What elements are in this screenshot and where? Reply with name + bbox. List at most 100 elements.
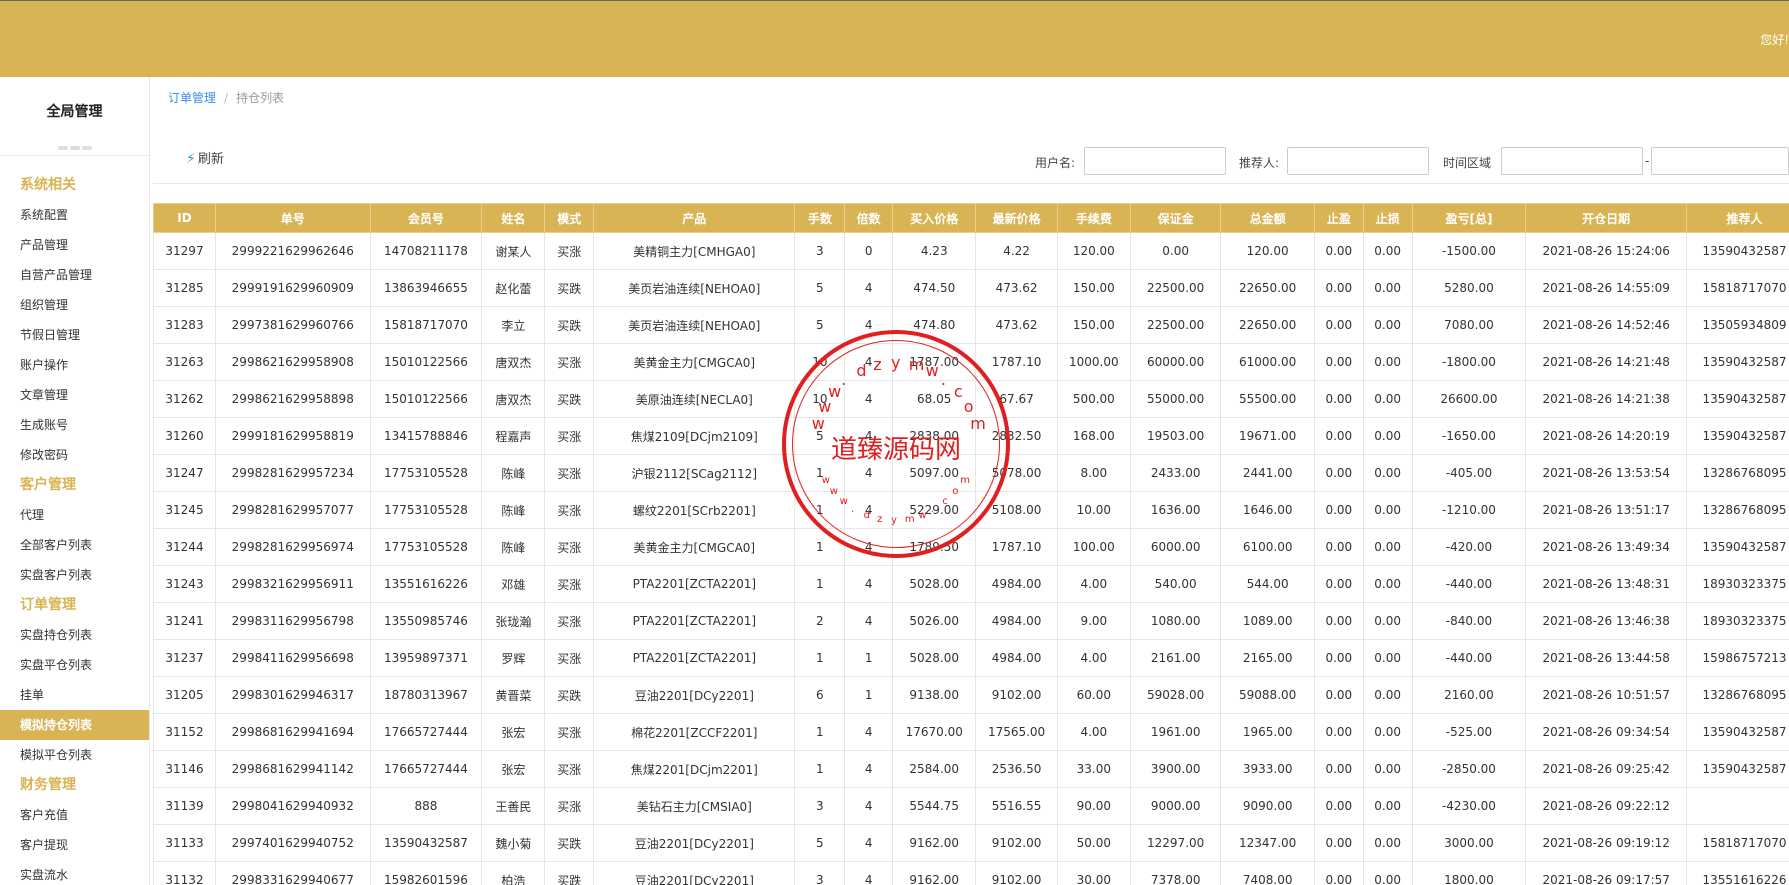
table-row[interactable]: 31132 2998331629940677 15982601596 柏浩 买跌 豆油22…	[153, 861, 1789, 885]
table-row[interactable]: 31260 2999181629958819 13415788846 程嘉声 买涨 焦煤2…	[153, 417, 1789, 455]
table-cell: 0.00	[1362, 417, 1413, 455]
table-cell: 4.23	[892, 232, 977, 270]
column-header[interactable]: 盈亏[总]	[1411, 203, 1527, 233]
column-header[interactable]: 手数	[794, 203, 846, 233]
table-cell: 4	[844, 417, 894, 455]
table-cell: 10	[794, 380, 846, 418]
table-row[interactable]: 31245 2998281629957077 17753105528 陈峰 买涨 螺纹22…	[153, 491, 1789, 529]
username-input[interactable]	[1084, 147, 1226, 175]
sidebar-item[interactable]: 文章管理	[0, 380, 149, 410]
table-cell: 1080.00	[1129, 602, 1222, 640]
table-row[interactable]: 31152 2998681629941694 17665727444 张宏 买涨 棉花22…	[153, 713, 1789, 751]
table-cell: 2998311629956798	[215, 602, 371, 640]
column-header[interactable]: 买入价格	[892, 203, 977, 233]
sidebar-item[interactable]: 实盘流水	[0, 860, 149, 885]
user-greeting[interactable]: 您好!	[1760, 31, 1789, 48]
sidebar-item[interactable]: 模拟持仓列表	[0, 710, 149, 740]
column-header[interactable]: 倍数	[844, 203, 894, 233]
sidebar-item[interactable]: 节假日管理	[0, 320, 149, 350]
time-end-input[interactable]	[1651, 147, 1789, 175]
table-cell: 31133	[153, 824, 216, 862]
table-row[interactable]: 31205 2998301629946317 18780313967 黄晋菜 买跌 豆油2…	[153, 676, 1789, 714]
table-cell: 1965.00	[1220, 713, 1315, 751]
column-header[interactable]: 最新价格	[975, 203, 1058, 233]
table-row[interactable]: 31241 2998311629956798 13550985746 张珑瀚 买涨 PTA…	[153, 602, 1789, 640]
table-cell: 4.00	[1056, 713, 1131, 751]
table-cell: 黄晋菜	[481, 676, 546, 714]
breadcrumb-parent[interactable]: 订单管理	[168, 91, 216, 105]
column-header[interactable]: ID	[153, 203, 216, 233]
table-row[interactable]: 31247 2998281629957234 17753105528 陈峰 买涨 沪银21…	[153, 454, 1789, 492]
table-cell: 2998281629957234	[215, 454, 371, 492]
time-range-dash: -	[1645, 154, 1650, 168]
table-row[interactable]: 31133 2997401629940752 13590432587 魏小菊 买跌 豆油2…	[153, 824, 1789, 862]
sidebar-item[interactable]: 实盘平仓列表	[0, 650, 149, 680]
column-header[interactable]: 止盈	[1313, 203, 1364, 233]
table-row[interactable]: 31139 2998041629940932 888 王善民 买涨 美钻石主力[CMSIA…	[153, 787, 1789, 825]
table-cell: 2536.50	[975, 750, 1058, 788]
table-cell: 500.00	[1056, 380, 1131, 418]
table-cell: 5108.00	[975, 491, 1058, 529]
table-cell: 12297.00	[1129, 824, 1222, 862]
sidebar-item[interactable]: 代理	[0, 500, 149, 530]
table-cell: 4	[844, 787, 894, 825]
sidebar-collapse-handle[interactable]	[0, 139, 149, 169]
column-header[interactable]: 会员号	[369, 203, 483, 233]
sidebar-item[interactable]: 自营产品管理	[0, 260, 149, 290]
sidebar-item[interactable]: 修改密码	[0, 440, 149, 470]
table-cell: 焦煤2109[DCjm2109]	[593, 417, 796, 455]
sidebar-item[interactable]: 实盘客户列表	[0, 560, 149, 590]
table-row[interactable]: 31263 2998621629958908 15010122566 唐双杰 买涨 美黄金…	[153, 343, 1789, 381]
table-cell: -405.00	[1411, 454, 1527, 492]
table-cell: 2021-08-26 10:51:57	[1525, 676, 1687, 714]
sidebar-section[interactable]: 订单管理	[0, 590, 149, 620]
column-header[interactable]: 推荐人	[1686, 203, 1789, 233]
column-header[interactable]: 总金额	[1220, 203, 1315, 233]
table-row[interactable]: 31243 2998321629956911 13551616226 邓雄 买涨 PTA2…	[153, 565, 1789, 603]
table-row[interactable]: 31146 2998681629941142 17665727444 张宏 买涨 焦煤22…	[153, 750, 1789, 788]
table-cell: 17665727444	[369, 713, 483, 751]
table-cell: 4	[844, 528, 894, 566]
sidebar-item[interactable]: 产品管理	[0, 230, 149, 260]
table-row[interactable]: 31262 2998621629958898 15010122566 唐双杰 买跌 美原油…	[153, 380, 1789, 418]
column-header[interactable]: 姓名	[481, 203, 546, 233]
table-cell: 0.00	[1362, 824, 1413, 862]
column-header[interactable]: 手续费	[1056, 203, 1131, 233]
table-cell: 2998681629941694	[215, 713, 371, 751]
column-header[interactable]: 模式	[544, 203, 595, 233]
table-cell: -1650.00	[1411, 417, 1527, 455]
sidebar-section[interactable]: 客户管理	[0, 470, 149, 500]
column-header[interactable]: 止损	[1362, 203, 1413, 233]
sidebar-item[interactable]: 模拟平仓列表	[0, 740, 149, 770]
referrer-input[interactable]	[1287, 147, 1429, 175]
table-cell: 1787.10	[975, 528, 1058, 566]
table-cell: 张宏	[481, 750, 546, 788]
table-row[interactable]: 31283 2997381629960766 15818717070 李立 买跌 美页岩油…	[153, 306, 1789, 344]
table-row[interactable]: 31237 2998411629956698 13959897371 罗辉 买涨 PTA2…	[153, 639, 1789, 677]
table-cell: 12347.00	[1220, 824, 1315, 862]
sidebar-item[interactable]: 账户操作	[0, 350, 149, 380]
column-header[interactable]: 开仓日期	[1525, 203, 1687, 233]
sidebar-item[interactable]: 客户提现	[0, 830, 149, 860]
column-header[interactable]: 单号	[215, 203, 371, 233]
column-header[interactable]: 保证金	[1129, 203, 1222, 233]
time-start-input[interactable]	[1501, 147, 1643, 175]
table-cell: 55000.00	[1129, 380, 1222, 418]
sidebar-item[interactable]: 系统配置	[0, 200, 149, 230]
table-row[interactable]: 31285 2999191629960909 13863946655 赵化蕾 买跌 美页岩…	[153, 269, 1789, 307]
table-cell: 4	[844, 713, 894, 751]
sidebar-section[interactable]: 系统相关	[0, 170, 149, 200]
table-cell: 0.00	[1313, 565, 1364, 603]
sidebar-section[interactable]: 财务管理	[0, 770, 149, 800]
sidebar-item[interactable]: 生成账号	[0, 410, 149, 440]
column-header[interactable]: 产品	[593, 203, 796, 233]
sidebar-item[interactable]: 组织管理	[0, 290, 149, 320]
sidebar-item[interactable]: 客户充值	[0, 800, 149, 830]
table-row[interactable]: 31297 2999221629962646 14708211178 谢某人 买涨 美精铜…	[153, 232, 1789, 270]
table-cell: 120.00	[1056, 232, 1131, 270]
sidebar-item[interactable]: 挂单	[0, 680, 149, 710]
sidebar-item[interactable]: 实盘持仓列表	[0, 620, 149, 650]
sidebar-item[interactable]: 全部客户列表	[0, 530, 149, 560]
table-row[interactable]: 31244 2998281629956974 17753105528 陈峰 买涨 美黄金主…	[153, 528, 1789, 566]
table-cell: 买跌	[544, 861, 595, 885]
